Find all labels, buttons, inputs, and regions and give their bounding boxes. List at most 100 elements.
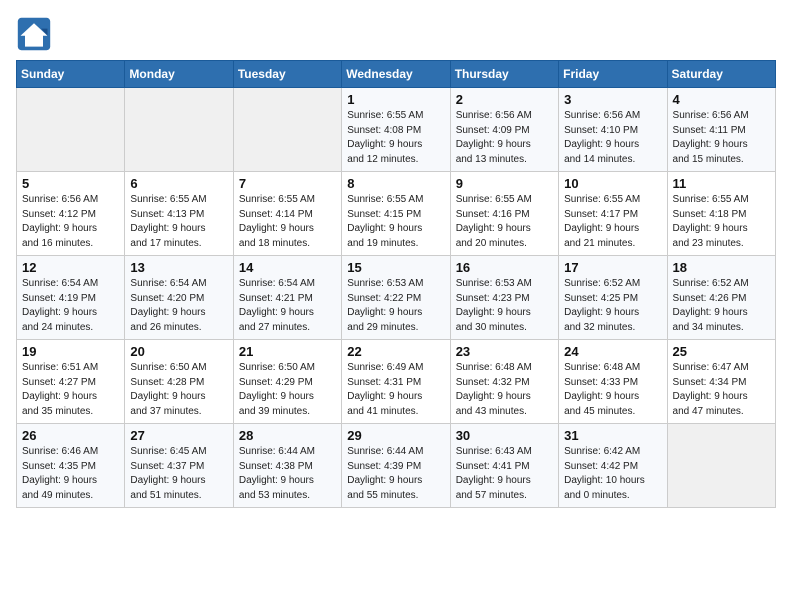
- calendar-cell: 9 Sunrise: 6:55 AM Sunset: 4:16 PM Daylig…: [450, 172, 558, 256]
- day-info: Sunrise: 6:54 AM Sunset: 4:21 PM Dayligh…: [239, 277, 336, 335]
- day-number: 27: [130, 428, 227, 443]
- day-info: Sunrise: 6:56 AM Sunset: 4:12 PM Dayligh…: [22, 193, 119, 251]
- day-info: Sunrise: 6:43 AM Sunset: 4:41 PM Dayligh…: [456, 445, 553, 503]
- calendar-cell: 21Sunrise: 6:50 AM Sunset: 4:29 PM Dayli…: [233, 340, 341, 424]
- calendar-cell: 24Sunrise: 6:48 AM Sunset: 4:33 PM Dayli…: [559, 340, 667, 424]
- calendar-cell: 4 Sunrise: 6:56 AM Sunset: 4:11 PM Daylig…: [667, 88, 775, 172]
- day-number: 4: [673, 92, 770, 107]
- day-info: Sunrise: 6:55 AM Sunset: 4:08 PM Dayligh…: [347, 109, 444, 167]
- calendar-cell: 27 Sunrise: 6:45 AM Sunset: 4:37 PM Dayli…: [125, 424, 233, 508]
- calendar-cell: 18 Sunrise: 6:52 AM Sunset: 4:26 PM Dayli…: [667, 256, 775, 340]
- header-day: Wednesday: [342, 61, 450, 88]
- day-info: Sunrise: 6:55 AM Sunset: 4:15 PM Dayligh…: [347, 193, 444, 251]
- calendar-cell: 3 Sunrise: 6:56 AM Sunset: 4:10 PM Daylig…: [559, 88, 667, 172]
- calendar-week-row: 5 Sunrise: 6:56 AM Sunset: 4:12 PM Daylig…: [17, 172, 776, 256]
- logo-icon: [16, 16, 52, 52]
- day-info: Sunrise: 6:52 AM Sunset: 4:25 PM Dayligh…: [564, 277, 661, 335]
- calendar-cell: 14 Sunrise: 6:54 AM Sunset: 4:21 PM Dayli…: [233, 256, 341, 340]
- calendar-week-row: 12 Sunrise: 6:54 AM Sunset: 4:19 PM Dayli…: [17, 256, 776, 340]
- day-info: Sunrise: 6:48 AM Sunset: 4:32 PM Dayligh…: [456, 361, 553, 419]
- calendar-cell: 17 Sunrise: 6:52 AM Sunset: 4:25 PM Dayli…: [559, 256, 667, 340]
- day-info: Sunrise: 6:55 AM Sunset: 4:18 PM Dayligh…: [673, 193, 770, 251]
- day-info: Sunrise: 6:56 AM Sunset: 4:10 PM Dayligh…: [564, 109, 661, 167]
- day-info: Sunrise: 6:56 AM Sunset: 4:11 PM Dayligh…: [673, 109, 770, 167]
- day-info: Sunrise: 6:44 AM Sunset: 4:38 PM Dayligh…: [239, 445, 336, 503]
- day-number: 20: [130, 344, 227, 359]
- day-number: 11: [673, 176, 770, 191]
- day-info: Sunrise: 6:55 AM Sunset: 4:16 PM Dayligh…: [456, 193, 553, 251]
- day-number: 8: [347, 176, 444, 191]
- day-info: Sunrise: 6:44 AM Sunset: 4:39 PM Dayligh…: [347, 445, 444, 503]
- day-number: 3: [564, 92, 661, 107]
- page-header: [16, 16, 776, 52]
- calendar-cell: 7 Sunrise: 6:55 AM Sunset: 4:14 PM Daylig…: [233, 172, 341, 256]
- day-number: 1: [347, 92, 444, 107]
- calendar-week-row: 19Sunrise: 6:51 AM Sunset: 4:27 PM Dayli…: [17, 340, 776, 424]
- day-info: Sunrise: 6:45 AM Sunset: 4:37 PM Dayligh…: [130, 445, 227, 503]
- header-day: Sunday: [17, 61, 125, 88]
- day-number: 16: [456, 260, 553, 275]
- day-info: Sunrise: 6:53 AM Sunset: 4:23 PM Dayligh…: [456, 277, 553, 335]
- calendar-cell: 20Sunrise: 6:50 AM Sunset: 4:28 PM Dayli…: [125, 340, 233, 424]
- calendar-cell: [17, 88, 125, 172]
- day-number: 9: [456, 176, 553, 191]
- header-day: Monday: [125, 61, 233, 88]
- calendar-table: SundayMondayTuesdayWednesdayThursdayFrid…: [16, 60, 776, 508]
- calendar-cell: 12 Sunrise: 6:54 AM Sunset: 4:19 PM Dayli…: [17, 256, 125, 340]
- day-number: 14: [239, 260, 336, 275]
- day-number: 22: [347, 344, 444, 359]
- day-number: 28: [239, 428, 336, 443]
- day-info: Sunrise: 6:54 AM Sunset: 4:19 PM Dayligh…: [22, 277, 119, 335]
- day-number: 24: [564, 344, 661, 359]
- day-info: Sunrise: 6:46 AM Sunset: 4:35 PM Dayligh…: [22, 445, 119, 503]
- calendar-cell: 19Sunrise: 6:51 AM Sunset: 4:27 PM Dayli…: [17, 340, 125, 424]
- header-row: SundayMondayTuesdayWednesdayThursdayFrid…: [17, 61, 776, 88]
- day-number: 7: [239, 176, 336, 191]
- day-number: 23: [456, 344, 553, 359]
- day-number: 18: [673, 260, 770, 275]
- day-number: 19: [22, 344, 119, 359]
- calendar-week-row: 26Sunrise: 6:46 AM Sunset: 4:35 PM Dayli…: [17, 424, 776, 508]
- day-info: Sunrise: 6:49 AM Sunset: 4:31 PM Dayligh…: [347, 361, 444, 419]
- calendar-cell: 2Sunrise: 6:56 AM Sunset: 4:09 PM Daylig…: [450, 88, 558, 172]
- calendar-cell: 5 Sunrise: 6:56 AM Sunset: 4:12 PM Daylig…: [17, 172, 125, 256]
- day-number: 15: [347, 260, 444, 275]
- day-number: 31: [564, 428, 661, 443]
- calendar-cell: 13Sunrise: 6:54 AM Sunset: 4:20 PM Dayli…: [125, 256, 233, 340]
- header-day: Friday: [559, 61, 667, 88]
- day-number: 2: [456, 92, 553, 107]
- day-info: Sunrise: 6:55 AM Sunset: 4:14 PM Dayligh…: [239, 193, 336, 251]
- day-info: Sunrise: 6:47 AM Sunset: 4:34 PM Dayligh…: [673, 361, 770, 419]
- calendar-cell: 23 Sunrise: 6:48 AM Sunset: 4:32 PM Dayli…: [450, 340, 558, 424]
- day-number: 6: [130, 176, 227, 191]
- day-info: Sunrise: 6:53 AM Sunset: 4:22 PM Dayligh…: [347, 277, 444, 335]
- calendar-cell: 1 Sunrise: 6:55 AM Sunset: 4:08 PM Daylig…: [342, 88, 450, 172]
- day-number: 30: [456, 428, 553, 443]
- calendar-cell: 16 Sunrise: 6:53 AM Sunset: 4:23 PM Dayli…: [450, 256, 558, 340]
- calendar-cell: 25 Sunrise: 6:47 AM Sunset: 4:34 PM Dayli…: [667, 340, 775, 424]
- day-info: Sunrise: 6:55 AM Sunset: 4:17 PM Dayligh…: [564, 193, 661, 251]
- day-info: Sunrise: 6:42 AM Sunset: 4:42 PM Dayligh…: [564, 445, 661, 503]
- calendar-cell: 28 Sunrise: 6:44 AM Sunset: 4:38 PM Dayli…: [233, 424, 341, 508]
- calendar-cell: 15 Sunrise: 6:53 AM Sunset: 4:22 PM Dayli…: [342, 256, 450, 340]
- day-info: Sunrise: 6:52 AM Sunset: 4:26 PM Dayligh…: [673, 277, 770, 335]
- calendar-cell: 29Sunrise: 6:44 AM Sunset: 4:39 PM Dayli…: [342, 424, 450, 508]
- day-number: 17: [564, 260, 661, 275]
- header-day: Thursday: [450, 61, 558, 88]
- day-info: Sunrise: 6:54 AM Sunset: 4:20 PM Dayligh…: [130, 277, 227, 335]
- calendar-header: SundayMondayTuesdayWednesdayThursdayFrid…: [17, 61, 776, 88]
- day-number: 21: [239, 344, 336, 359]
- day-number: 25: [673, 344, 770, 359]
- header-day: Saturday: [667, 61, 775, 88]
- calendar-cell: 6Sunrise: 6:55 AM Sunset: 4:13 PM Daylig…: [125, 172, 233, 256]
- day-number: 10: [564, 176, 661, 191]
- calendar-cell: [233, 88, 341, 172]
- calendar-week-row: 1 Sunrise: 6:55 AM Sunset: 4:08 PM Daylig…: [17, 88, 776, 172]
- calendar-cell: [667, 424, 775, 508]
- calendar-cell: 8 Sunrise: 6:55 AM Sunset: 4:15 PM Daylig…: [342, 172, 450, 256]
- calendar-cell: 22 Sunrise: 6:49 AM Sunset: 4:31 PM Dayli…: [342, 340, 450, 424]
- day-number: 12: [22, 260, 119, 275]
- calendar-cell: [125, 88, 233, 172]
- logo: [16, 16, 58, 52]
- day-number: 5: [22, 176, 119, 191]
